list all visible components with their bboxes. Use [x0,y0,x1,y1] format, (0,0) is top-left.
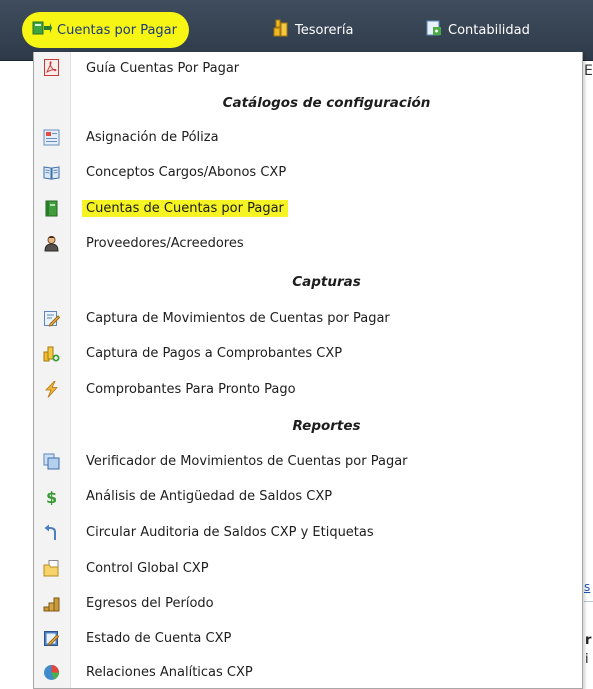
menu-item-label: Verificador de Movimientos de Cuentas po… [86,454,408,469]
background-text-fragment: E [584,63,593,79]
pdf-icon [43,59,60,76]
menu-item-conceptos-cargos[interactable]: Conceptos Cargos/Abonos CXP [34,159,582,186]
background-link-fragment[interactable]: s [584,580,590,594]
menu-item-captura-movimientos[interactable]: Captura de Movimientos de Cuentas por Pa… [34,305,582,332]
menu-item-proveedores[interactable]: Proveedores/Acreedores [34,230,582,257]
accounting-doc-icon [425,19,443,41]
menu-item-relaciones-analiticas[interactable]: Relaciones Analíticas CXP [34,659,582,686]
dollar-icon: $ [43,488,60,507]
folder-page-icon [43,560,60,577]
cuentas-por-pagar-dropdown: Guía Cuentas Por Pagar Catálogos de conf… [33,52,583,689]
menu-item-guia[interactable]: Guía Cuentas Por Pagar [34,55,582,82]
menu-item-label: Análisis de Antigüedad de Saldos CXP [86,489,333,504]
menu-item-label: Relaciones Analíticas CXP [86,665,253,680]
edit-document-icon [43,310,61,327]
menu-item-label: Captura de Pagos a Comprobantes CXP [86,346,343,361]
menu-item-cuentas-de-cuentas-por-pagar[interactable]: Cuentas de Cuentas por Pagar [34,195,582,222]
svg-text:$: $ [46,488,57,505]
arrow-back-icon [43,524,60,541]
menu-item-estado-cuenta[interactable]: Estado de Cuenta CXP [34,625,582,652]
menu-item-captura-pagos[interactable]: Captura de Pagos a Comprobantes CXP [34,340,582,367]
statement-edit-icon [43,630,60,647]
background-text-fragment: i [585,652,589,667]
section-title-capturas: Capturas [292,273,361,290]
section-title-catalogos: Catálogos de configuración [222,94,431,111]
menu-item-label: Estado de Cuenta CXP [86,631,232,646]
nav-tesoreria[interactable]: Tesorería [272,17,353,43]
green-ledger-icon [43,200,60,217]
nav-cuentas-por-pagar[interactable]: Cuentas por Pagar [22,12,189,48]
policy-form-icon [43,129,60,146]
menu-item-pronto-pago[interactable]: Comprobantes Para Pronto Pago [34,376,582,403]
person-icon [43,235,60,252]
menu-item-label: Circular Auditoria de Saldos CXP y Etiqu… [86,525,374,540]
menu-item-circular-auditoria[interactable]: Circular Auditoria de Saldos CXP y Etiqu… [34,519,582,546]
nav-label: Contabilidad [448,22,530,38]
section-title-reportes: Reportes [292,417,361,434]
menu-item-egresos[interactable]: Egresos del Período [34,590,582,617]
background-divider [584,601,593,602]
menu-item-label: Egresos del Período [86,596,214,611]
ledger-folder-icon [32,20,52,40]
copy-pages-icon [43,453,60,470]
menu-item-label: Control Global CXP [86,561,209,576]
coin-stack-icon [43,595,60,612]
menu-item-label: Asignación de Póliza [86,130,219,145]
menu-item-antiguedad-saldos[interactable]: $ Análisis de Antigüedad de Saldos CXP [34,483,582,510]
menu-item-control-global[interactable]: Control Global CXP [34,555,582,582]
menu-item-label: Conceptos Cargos/Abonos CXP [86,165,287,180]
menu-item-label: Guía Cuentas Por Pagar [86,61,240,76]
coins-icon [272,19,290,41]
coins-add-icon [43,345,60,362]
nav-contabilidad[interactable]: Contabilidad [425,17,530,43]
menu-item-label: Proveedores/Acreedores [86,236,244,251]
menu-item-label: Cuentas de Cuentas por Pagar [82,200,288,217]
menu-item-label: Comprobantes Para Pronto Pago [86,382,296,397]
background-text-fragment: r [585,633,592,648]
nav-label: Cuentas por Pagar [57,22,177,38]
menu-item-verificador[interactable]: Verificador de Movimientos de Cuentas po… [34,448,582,475]
pie-chart-icon [43,664,60,681]
open-book-icon [43,164,60,181]
menu-item-label: Captura de Movimientos de Cuentas por Pa… [86,311,390,326]
lightning-icon [43,381,60,398]
nav-label: Tesorería [295,22,354,38]
menu-item-asignacion-poliza[interactable]: Asignación de Póliza [34,124,582,151]
